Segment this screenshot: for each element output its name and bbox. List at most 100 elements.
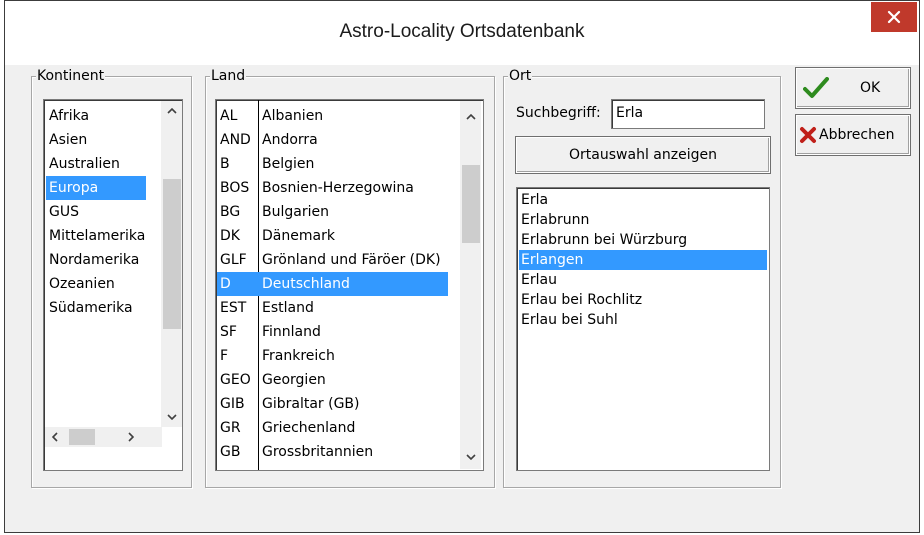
search-label: Suchbegriff: bbox=[516, 105, 601, 121]
land-name: Dänemark bbox=[262, 228, 335, 244]
land-name: Deutschland bbox=[262, 276, 350, 292]
land-row[interactable]: GIB Gibraltar (GB) bbox=[216, 392, 448, 416]
ort-list[interactable]: Erla Erlabrunn Erlabrunn bei Würzburg Erlan… bbox=[516, 187, 770, 471]
land-name: Gibraltar (GB) bbox=[262, 396, 360, 412]
land-row[interactable]: D Deutschland bbox=[216, 272, 448, 296]
kontinent-item[interactable]: Asien bbox=[46, 128, 146, 152]
land-code: GEO bbox=[220, 372, 251, 388]
land-row[interactable]: DK Dänemark bbox=[216, 224, 448, 248]
land-code: GIB bbox=[220, 396, 245, 412]
land-name: Bulgarien bbox=[262, 204, 329, 220]
kontinent-legend: Kontinent bbox=[36, 68, 106, 84]
chevron-down-icon bbox=[465, 454, 476, 460]
kontinent-list[interactable]: Afrika Asien Australien Europa GUS Mittelamer… bbox=[43, 99, 183, 471]
land-row[interactable]: GR Griechenland bbox=[216, 416, 448, 440]
cancel-label: Abbrechen bbox=[819, 127, 895, 143]
land-name: Frankreich bbox=[262, 348, 335, 364]
scroll-right-arrow[interactable] bbox=[121, 427, 141, 447]
ok-button[interactable]: OK bbox=[795, 67, 911, 109]
land-code: GLF bbox=[220, 252, 247, 268]
land-code: GB bbox=[220, 444, 241, 460]
chevron-left-icon bbox=[52, 432, 58, 442]
land-scroll-thumb[interactable] bbox=[462, 165, 480, 243]
land-row[interactable]: BOS Bosnien-Herzegowina bbox=[216, 176, 448, 200]
kontinent-hscrollbar[interactable] bbox=[45, 427, 162, 447]
land-code: EST bbox=[220, 300, 247, 316]
kontinent-group: Kontinent Afrika Asien Australien Europa GUS… bbox=[31, 68, 192, 488]
land-vscrollbar[interactable] bbox=[460, 101, 481, 469]
kontinent-item[interactable]: Ozeanien bbox=[46, 272, 146, 296]
land-row[interactable]: GEO Georgien bbox=[216, 368, 448, 392]
land-code: AND bbox=[220, 132, 251, 148]
land-row[interactable]: BG Bulgarien bbox=[216, 200, 448, 224]
land-row[interactable]: SF Finnland bbox=[216, 320, 448, 344]
ort-item[interactable]: Erla bbox=[519, 190, 767, 210]
dialog-frame: Astro-Locality Ortsdatenbank Kontinent A… bbox=[4, 0, 920, 533]
chevron-down-icon bbox=[166, 414, 177, 420]
dialog-window: Astro-Locality Ortsdatenbank Kontinent A… bbox=[0, 0, 924, 535]
ort-item[interactable]: Erlabrunn bbox=[519, 210, 767, 230]
land-name: Andorra bbox=[262, 132, 318, 148]
kontinent-hscroll-thumb[interactable] bbox=[69, 429, 95, 445]
close-icon bbox=[887, 10, 901, 24]
kontinent-item[interactable]: GUS bbox=[46, 200, 146, 224]
kontinent-scroll-thumb[interactable] bbox=[163, 179, 181, 329]
kontinent-item[interactable]: Nordamerika bbox=[46, 248, 146, 272]
kontinent-item[interactable]: Mittelamerika bbox=[46, 224, 146, 248]
chevron-up-icon bbox=[166, 108, 177, 114]
land-code: B bbox=[220, 156, 230, 172]
scroll-up-arrow[interactable] bbox=[460, 107, 481, 127]
land-row[interactable]: GLF Grönland und Färöer (DK) bbox=[216, 248, 448, 272]
land-name: Georgien bbox=[262, 372, 326, 388]
kontinent-vscrollbar[interactable] bbox=[161, 101, 182, 427]
land-code: BOS bbox=[220, 180, 250, 196]
scroll-down-arrow[interactable] bbox=[161, 407, 182, 427]
kontinent-item[interactable]: Australien bbox=[46, 152, 146, 176]
kontinent-item[interactable]: Südamerika bbox=[46, 296, 146, 320]
land-row[interactable]: F Frankreich bbox=[216, 344, 448, 368]
land-name: Grossbritannien bbox=[262, 444, 374, 460]
cancel-button[interactable]: Abbrechen bbox=[795, 114, 911, 156]
land-row[interactable]: GB Grossbritannien bbox=[216, 440, 448, 464]
land-code: SF bbox=[220, 324, 237, 340]
land-name: Estland bbox=[262, 300, 314, 316]
kontinent-item[interactable]: Afrika bbox=[46, 104, 146, 128]
land-row[interactable]: B Belgien bbox=[216, 152, 448, 176]
land-name: Grönland und Färöer (DK) bbox=[262, 252, 441, 268]
land-code: BG bbox=[220, 204, 241, 220]
land-code: DK bbox=[220, 228, 240, 244]
land-name: Belgien bbox=[262, 156, 315, 172]
window-title: Astro-Locality Ortsdatenbank bbox=[339, 21, 585, 42]
land-legend: Land bbox=[210, 68, 247, 84]
land-name: Finnland bbox=[262, 324, 321, 340]
ort-item[interactable]: Erlau bei Suhl bbox=[519, 310, 767, 330]
scroll-up-arrow[interactable] bbox=[161, 101, 182, 121]
land-name: Albanien bbox=[262, 108, 324, 124]
land-name: Griechenland bbox=[262, 420, 356, 436]
close-button[interactable] bbox=[871, 2, 917, 32]
land-list[interactable]: AL Albanien AND Andorra B Belgien BOS Bosnien-H… bbox=[215, 99, 484, 471]
land-name: Bosnien-Herzegowina bbox=[262, 180, 414, 196]
land-code: D bbox=[220, 276, 231, 292]
land-row[interactable]: AL Albanien bbox=[216, 104, 448, 128]
ort-item[interactable]: Erlau bei Rochlitz bbox=[519, 290, 767, 310]
land-group: Land AL Albanien AND Andorra B Belgien BOS Bosn… bbox=[205, 68, 495, 488]
land-row[interactable]: EST Estland bbox=[216, 296, 448, 320]
kontinent-item[interactable]: Europa bbox=[46, 176, 146, 200]
red-x-icon bbox=[800, 127, 816, 143]
chevron-up-icon bbox=[465, 114, 476, 120]
land-row[interactable]: AND Andorra bbox=[216, 128, 448, 152]
ort-legend: Ort bbox=[508, 68, 533, 84]
scroll-down-arrow[interactable] bbox=[460, 447, 481, 467]
ort-group: Ort Suchbegriff: Erla Ortauswahl anzeige… bbox=[503, 68, 781, 488]
ort-item[interactable]: Erlabrunn bei Würzburg bbox=[519, 230, 767, 250]
ort-item[interactable]: Erlau bbox=[519, 270, 767, 290]
title-bar: Astro-Locality Ortsdatenbank bbox=[5, 1, 919, 65]
search-input[interactable]: Erla bbox=[611, 99, 765, 129]
show-locations-button[interactable]: Ortauswahl anzeigen bbox=[515, 136, 771, 174]
chevron-right-icon bbox=[128, 432, 134, 442]
scroll-left-arrow[interactable] bbox=[45, 427, 65, 447]
ok-label: OK bbox=[860, 80, 881, 96]
checkmark-icon bbox=[803, 77, 829, 98]
ort-item[interactable]: Erlangen bbox=[519, 250, 767, 270]
